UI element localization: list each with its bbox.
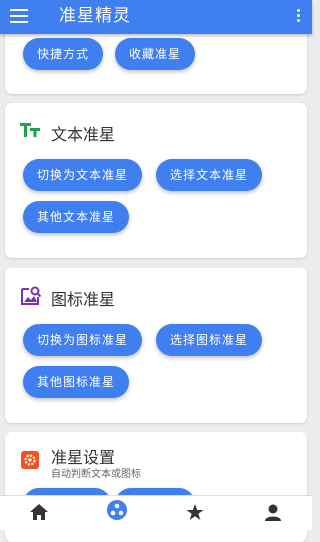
icon-crosshair-title: 图标准星	[51, 290, 116, 309]
other-icon-crosshair-button[interactable]: 其他图标准星	[23, 366, 130, 398]
nav-profile[interactable]	[234, 496, 312, 530]
home-icon	[30, 504, 48, 520]
nav-home[interactable]	[0, 496, 78, 530]
text-format-icon	[20, 123, 40, 137]
text-crosshair-title: 文本准星	[51, 125, 116, 144]
settings-gear-icon	[21, 451, 39, 469]
crosshair-icon	[107, 500, 127, 520]
person-icon	[265, 504, 281, 521]
switch-text-crosshair-button[interactable]: 切换为文本准星	[23, 159, 143, 191]
select-icon-crosshair-button[interactable]: 选择图标准星	[156, 324, 263, 356]
bottom-navigation	[0, 495, 312, 530]
more-options-icon[interactable]	[297, 9, 301, 24]
favorite-crosshair-button[interactable]: 收藏准星	[115, 38, 196, 70]
app-bar: 准星精灵	[0, 0, 312, 34]
text-crosshair-card: 文本准星 切换为文本准星 选择文本准星 其他文本准星	[5, 103, 307, 258]
icon-crosshair-card: 图标准星 切换为图标准星 选择图标准星 其他图标准星	[5, 268, 307, 423]
other-text-crosshair-button[interactable]: 其他文本准星	[23, 201, 130, 233]
select-text-crosshair-button[interactable]: 选择文本准星	[156, 159, 263, 191]
image-search-icon	[21, 286, 42, 305]
star-icon	[186, 504, 204, 520]
settings-subtitle: 自动判断文本或图标	[51, 469, 141, 480]
shortcut-button[interactable]: 快捷方式	[23, 38, 104, 70]
nav-favorites[interactable]	[156, 496, 234, 530]
switch-icon-crosshair-button[interactable]: 切换为图标准星	[23, 324, 143, 356]
app-title: 准星精灵	[59, 6, 131, 26]
menu-icon[interactable]	[10, 9, 28, 23]
nav-crosshair[interactable]	[78, 496, 156, 530]
